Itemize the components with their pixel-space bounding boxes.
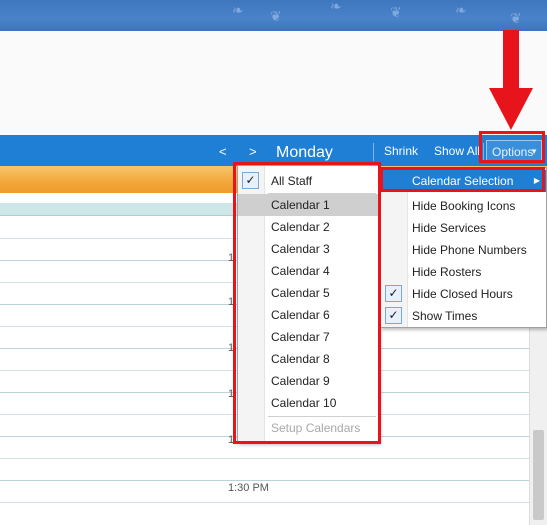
top-banner: ❧ ❦ ❧ ❦ ❧ ❦ xyxy=(0,0,547,31)
toolbar-divider xyxy=(373,143,374,161)
annotation-highlight-options-button xyxy=(479,131,545,163)
grid-line xyxy=(0,502,530,503)
menu-item-label: Show Times xyxy=(412,309,478,323)
menu-item-label: Hide Booking Icons xyxy=(412,199,516,213)
menu-item-label: Hide Closed Hours xyxy=(412,287,513,301)
menu-item-label: Hide Rosters xyxy=(412,265,482,279)
menu-item-show-times[interactable]: ✓ Show Times xyxy=(381,305,546,327)
menu-item-hide-booking-icons[interactable]: Hide Booking Icons xyxy=(381,195,546,217)
menu-item-hide-closed-hours[interactable]: ✓ Hide Closed Hours xyxy=(381,283,546,305)
menu-item-hide-services[interactable]: Hide Services xyxy=(381,217,546,239)
menu-item-label: Hide Phone Numbers xyxy=(412,243,527,257)
header-area xyxy=(0,31,547,135)
annotation-highlight-calendar-selection xyxy=(380,167,545,192)
grid-line xyxy=(0,480,530,481)
leaf-decoration-icon: ❦ xyxy=(390,4,402,20)
arrow-down-icon xyxy=(489,30,533,130)
menu-item-hide-rosters[interactable]: Hide Rosters xyxy=(381,261,546,283)
prev-day-button[interactable]: < xyxy=(219,135,227,166)
leaf-decoration-icon: ❧ xyxy=(455,2,467,18)
leaf-decoration-icon: ❦ xyxy=(510,10,522,26)
annotation-highlight-calendar-menu xyxy=(233,162,381,444)
scrollbar-thumb[interactable] xyxy=(533,430,544,520)
shrink-button[interactable]: Shrink xyxy=(384,135,418,166)
menu-item-label: Hide Services xyxy=(412,221,487,235)
leaf-decoration-icon: ❦ xyxy=(270,8,282,24)
leaf-decoration-icon: ❧ xyxy=(330,0,342,14)
time-label: 1:30 PM xyxy=(228,482,269,494)
leaf-decoration-icon: ❧ xyxy=(232,2,244,18)
checkmark-icon: ✓ xyxy=(385,285,402,302)
checkmark-icon: ✓ xyxy=(385,307,402,324)
menu-item-hide-phone-numbers[interactable]: Hide Phone Numbers xyxy=(381,239,546,261)
grid-line xyxy=(0,458,530,459)
show-all-button[interactable]: Show All xyxy=(434,135,480,166)
